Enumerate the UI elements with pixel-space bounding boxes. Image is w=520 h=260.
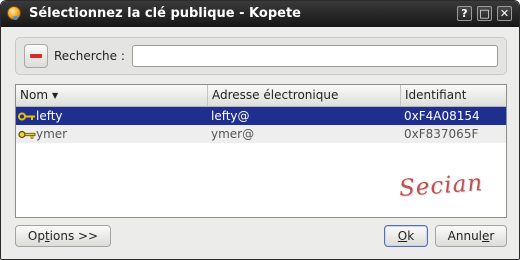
search-label: Recherche : — [54, 49, 125, 63]
list-header: Nom ▼ Adresse électronique Identifiant — [16, 85, 506, 107]
row-name: lefty — [36, 109, 63, 123]
row-id: 0xF837065F — [404, 127, 479, 141]
options-label-prefix: Op — [27, 229, 45, 243]
search-input[interactable] — [132, 45, 498, 67]
row-name: ymer — [36, 127, 68, 141]
column-header-id[interactable]: Identifiant — [401, 85, 506, 106]
ok-button[interactable]: Ok — [384, 225, 428, 247]
column-label-id: Identifiant — [405, 88, 467, 102]
options-button[interactable]: Options >> — [15, 225, 111, 247]
table-row[interactable]: lefty lefty@ 0xF4A08154 — [16, 107, 506, 125]
title-bar[interactable]: Sélectionnez la clé publique - Kopete ? … — [1, 1, 519, 27]
column-header-name[interactable]: Nom ▼ — [16, 85, 208, 106]
maximize-button[interactable]: □ — [477, 6, 492, 21]
cancel-label-rest: r — [489, 229, 495, 243]
kopete-app-icon — [7, 6, 21, 20]
dialog-window: Sélectionnez la clé publique - Kopete ? … — [0, 0, 520, 260]
ok-mnemonic: O — [397, 229, 408, 243]
cancel-label-prefix: Annul — [447, 229, 483, 243]
row-email: ymer@ — [211, 127, 255, 141]
ok-label-rest: k — [407, 229, 415, 243]
help-button[interactable]: ? — [457, 6, 472, 21]
sort-down-icon: ▼ — [52, 91, 59, 100]
close-button[interactable]: ✕ — [497, 6, 512, 21]
key-icon — [18, 112, 35, 121]
clear-icon — [30, 54, 42, 58]
window-title: Sélectionnez la clé publique - Kopete — [29, 6, 301, 21]
clear-search-button[interactable] — [24, 44, 48, 68]
cancel-button[interactable]: Annuler — [435, 225, 507, 247]
row-email: lefty@ — [211, 109, 250, 123]
column-label-name: Nom — [20, 88, 49, 102]
key-icon — [18, 130, 36, 139]
search-bar: Recherche : — [15, 37, 507, 75]
row-id: 0xF4A08154 — [404, 109, 480, 123]
table-row[interactable]: ymer ymer@ 0xF837065F — [16, 125, 506, 143]
options-label-rest: ions >> — [49, 229, 99, 243]
column-label-email: Adresse électronique — [212, 88, 339, 102]
column-header-email[interactable]: Adresse électronique — [208, 85, 401, 106]
